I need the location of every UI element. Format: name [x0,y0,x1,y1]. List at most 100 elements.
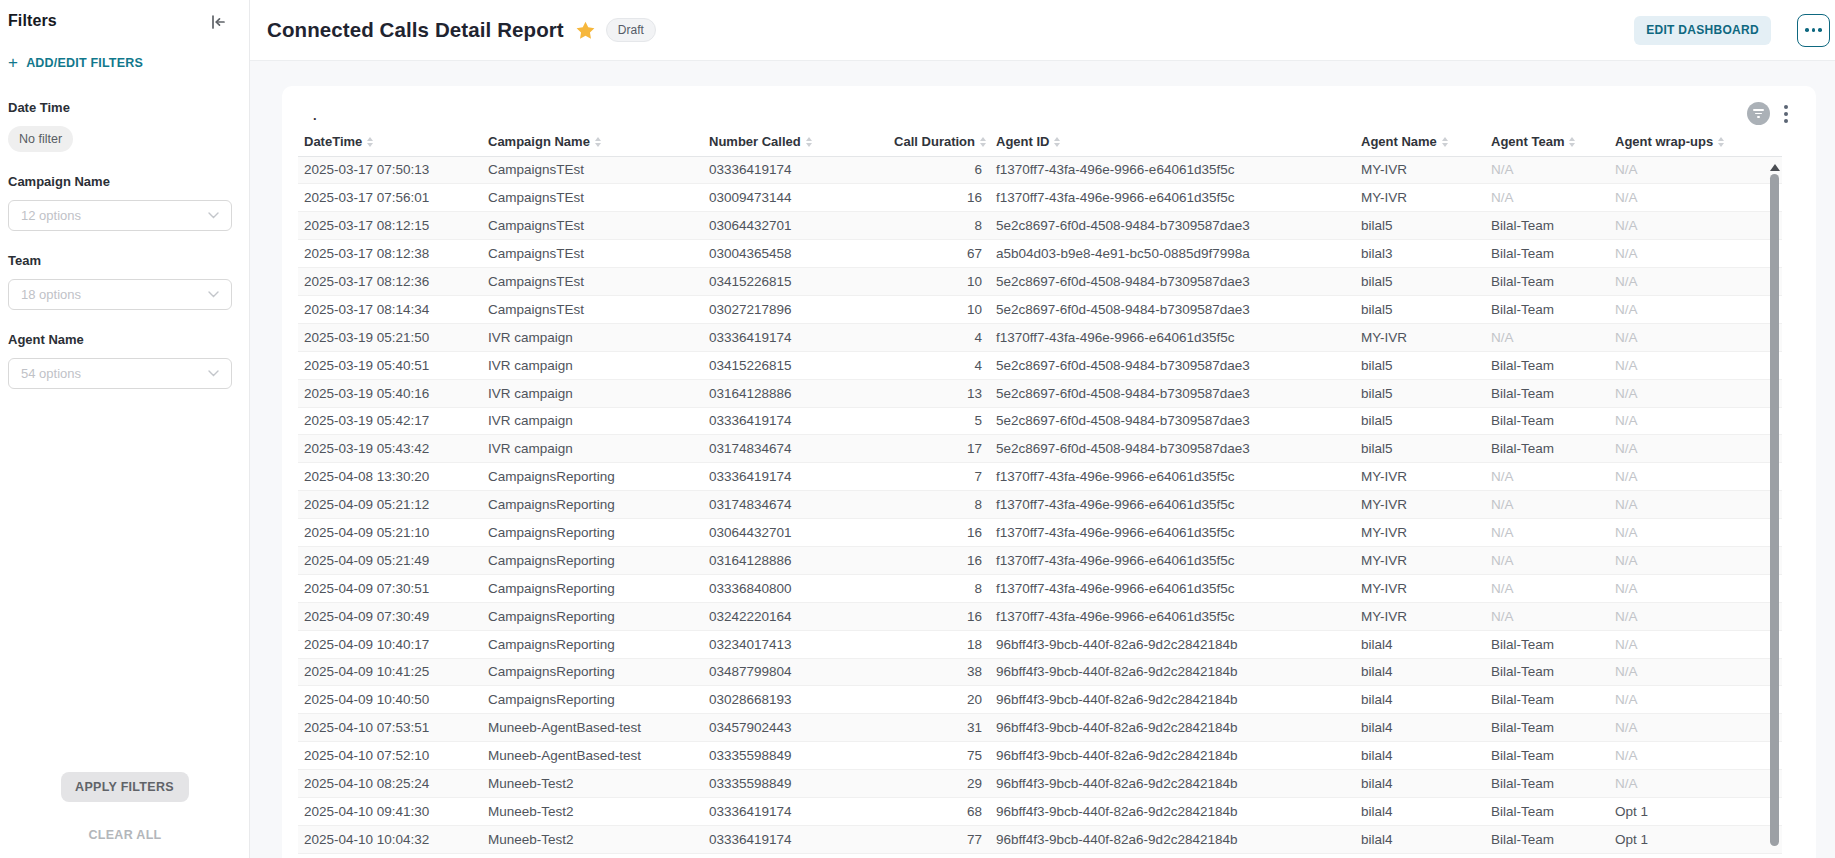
table-row[interactable]: 2025-04-10 10:04:32Muneeb-Test2033364191… [298,825,1782,853]
cell-agent_id: 5e2c8697-6f0d-4508-9484-b7309587dae3 [990,435,1355,463]
cell-duration: 4 [884,351,990,379]
cell-campaign: CampaignsReporting [482,574,703,602]
cell-number: 03336419174 [703,797,884,825]
sort-icon[interactable] [1054,137,1060,147]
sort-icon[interactable] [595,137,601,147]
add-edit-filters-button[interactable]: + ADD/EDIT FILTERS [8,56,241,70]
cell-agent_name: bilal5 [1355,435,1485,463]
cell-number: 03174834674 [703,435,884,463]
table-row[interactable]: 2025-04-09 10:40:50CampaignsReporting030… [298,686,1782,714]
table-row[interactable]: 2025-03-19 05:21:50IVR campaign033364191… [298,323,1782,351]
table-row[interactable]: 2025-04-09 05:21:12CampaignsReporting031… [298,491,1782,519]
table-row[interactable]: 2025-04-10 07:52:10Muneeb-AgentBased-tes… [298,742,1782,770]
sort-icon[interactable] [1569,137,1575,147]
team-select[interactable]: 18 options [8,279,232,310]
widget-menu-icon[interactable] [1782,103,1790,125]
scrollbar-thumb[interactable] [1770,174,1779,846]
table-scrollbar[interactable] [1769,164,1780,858]
cell-agent_id: 96bff4f3-9bcb-440f-82a6-9d2c2842184b [990,630,1355,658]
cell-number: 03028668193 [703,686,884,714]
cell-datetime: 2025-04-10 07:53:51 [298,714,482,742]
table-row[interactable]: 2025-04-09 10:40:17CampaignsReporting032… [298,630,1782,658]
apply-filters-button[interactable]: APPLY FILTERS [61,772,189,802]
column-header-agent_id[interactable]: Agent ID [990,128,1355,156]
cell-duration: 20 [884,686,990,714]
cell-campaign: CampaignsTEst [482,212,703,240]
cell-number: 03004365458 [703,240,884,268]
sort-icon[interactable] [980,137,986,147]
cell-agent_team: Bilal-Team [1485,379,1609,407]
cell-number: 03064432701 [703,212,884,240]
table-row[interactable]: 2025-03-17 08:12:38CampaignsTEst03004365… [298,240,1782,268]
table-row[interactable]: 2025-03-17 08:14:34CampaignsTEst03027217… [298,295,1782,323]
table-row[interactable]: 2025-04-09 07:30:49CampaignsReporting032… [298,602,1782,630]
column-header-campaign[interactable]: Campaign Name [482,128,703,156]
column-label: DateTime [304,134,362,149]
cell-agent_name: MY-IVR [1355,574,1485,602]
agent-name-select[interactable]: 54 options [8,358,232,389]
cell-duration: 16 [884,546,990,574]
column-header-number[interactable]: Number Called [703,128,884,156]
cell-wrapups: N/A [1609,184,1782,212]
clear-all-button[interactable]: CLEAR ALL [8,828,242,842]
table-row[interactable]: 2025-03-17 07:56:01CampaignsTEst03009473… [298,184,1782,212]
cell-agent_id: f1370ff7-43fa-496e-9966-e64061d35f5c [990,463,1355,491]
cell-number: 03336419174 [703,463,884,491]
table-row[interactable]: 2025-03-17 07:50:13CampaignsTEst03336419… [298,156,1782,184]
table-row[interactable]: 2025-03-19 05:40:16IVR campaign031641288… [298,379,1782,407]
column-label: Call Duration [894,134,975,149]
filter-label-campaign-name: Campaign Name [8,174,241,189]
cell-campaign: IVR campaign [482,435,703,463]
cell-datetime: 2025-03-19 05:40:16 [298,379,482,407]
cell-agent_id: 96bff4f3-9bcb-440f-82a6-9d2c2842184b [990,658,1355,686]
cell-campaign: IVR campaign [482,351,703,379]
column-header-datetime[interactable]: DateTime [298,128,482,156]
sort-icon[interactable] [1718,137,1724,147]
cell-wrapups: Opt 1 [1609,825,1782,853]
column-header-wrapups[interactable]: Agent wrap-ups [1609,128,1782,156]
status-badge: Draft [606,18,656,42]
table-row[interactable]: 2025-03-19 05:43:42IVR campaign031748346… [298,435,1782,463]
sort-icon[interactable] [367,137,373,147]
column-header-duration[interactable]: Call Duration [884,128,990,156]
table-row[interactable]: 2025-03-19 05:40:51IVR campaign034152268… [298,351,1782,379]
sort-icon[interactable] [806,137,812,147]
table-row[interactable]: 2025-03-17 08:12:15CampaignsTEst03064432… [298,212,1782,240]
edit-dashboard-button[interactable]: EDIT DASHBOARD [1634,16,1771,45]
table-row[interactable]: 2025-04-10 09:41:30Muneeb-Test2033364191… [298,797,1782,825]
widget-filter-icon[interactable] [1747,102,1770,125]
scrollbar-up-arrow[interactable] [1770,164,1780,171]
cell-datetime: 2025-03-19 05:21:50 [298,323,482,351]
more-options-button[interactable] [1797,14,1830,47]
cell-agent_team: Bilal-Team [1485,658,1609,686]
cell-wrapups: Opt 1 [1609,797,1782,825]
table-row[interactable]: 2025-04-09 07:30:51CampaignsReporting033… [298,574,1782,602]
favorite-star-icon[interactable] [576,21,595,39]
cell-agent_id: 96bff4f3-9bcb-440f-82a6-9d2c2842184b [990,797,1355,825]
sort-icon[interactable] [1442,137,1448,147]
table-row[interactable]: 2025-04-09 05:21:49CampaignsReporting031… [298,546,1782,574]
cell-agent_team: N/A [1485,602,1609,630]
cell-agent_name: MY-IVR [1355,323,1485,351]
campaign-name-select[interactable]: 12 options [8,200,232,231]
table-row[interactable]: 2025-04-09 10:41:25CampaignsReporting034… [298,658,1782,686]
table-row[interactable]: 2025-03-19 05:42:17IVR campaign033364191… [298,407,1782,435]
cell-agent_team: N/A [1485,156,1609,184]
report-card: . DateTimeCampaign NameNumber CalledCall… [282,86,1816,858]
table-row[interactable]: 2025-03-17 08:12:36CampaignsTEst03415226… [298,268,1782,296]
cell-campaign: CampaignsReporting [482,686,703,714]
cell-wrapups: N/A [1609,407,1782,435]
cell-datetime: 2025-04-08 13:30:20 [298,463,482,491]
collapse-sidebar-icon[interactable] [209,13,227,31]
table-row[interactable]: 2025-04-10 07:53:51Muneeb-AgentBased-tes… [298,714,1782,742]
cell-number: 03164128886 [703,546,884,574]
column-header-agent_name[interactable]: Agent Name [1355,128,1485,156]
table-row[interactable]: 2025-04-08 13:30:20CampaignsReporting033… [298,463,1782,491]
cell-agent_id: f1370ff7-43fa-496e-9966-e64061d35f5c [990,323,1355,351]
date-time-filter-chip[interactable]: No filter [8,126,73,152]
table-row[interactable]: 2025-04-10 08:25:24Muneeb-Test2033355988… [298,770,1782,798]
column-label: Agent Name [1361,134,1437,149]
cell-wrapups: N/A [1609,686,1782,714]
table-row[interactable]: 2025-04-09 05:21:10CampaignsReporting030… [298,519,1782,547]
column-header-agent_team[interactable]: Agent Team [1485,128,1609,156]
